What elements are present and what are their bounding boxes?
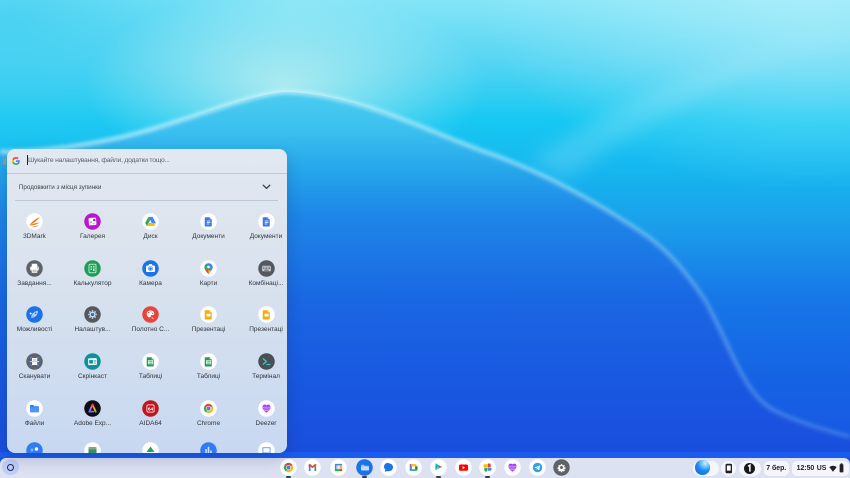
svg-text:31: 31 xyxy=(337,465,341,469)
svg-text:64: 64 xyxy=(148,406,154,412)
